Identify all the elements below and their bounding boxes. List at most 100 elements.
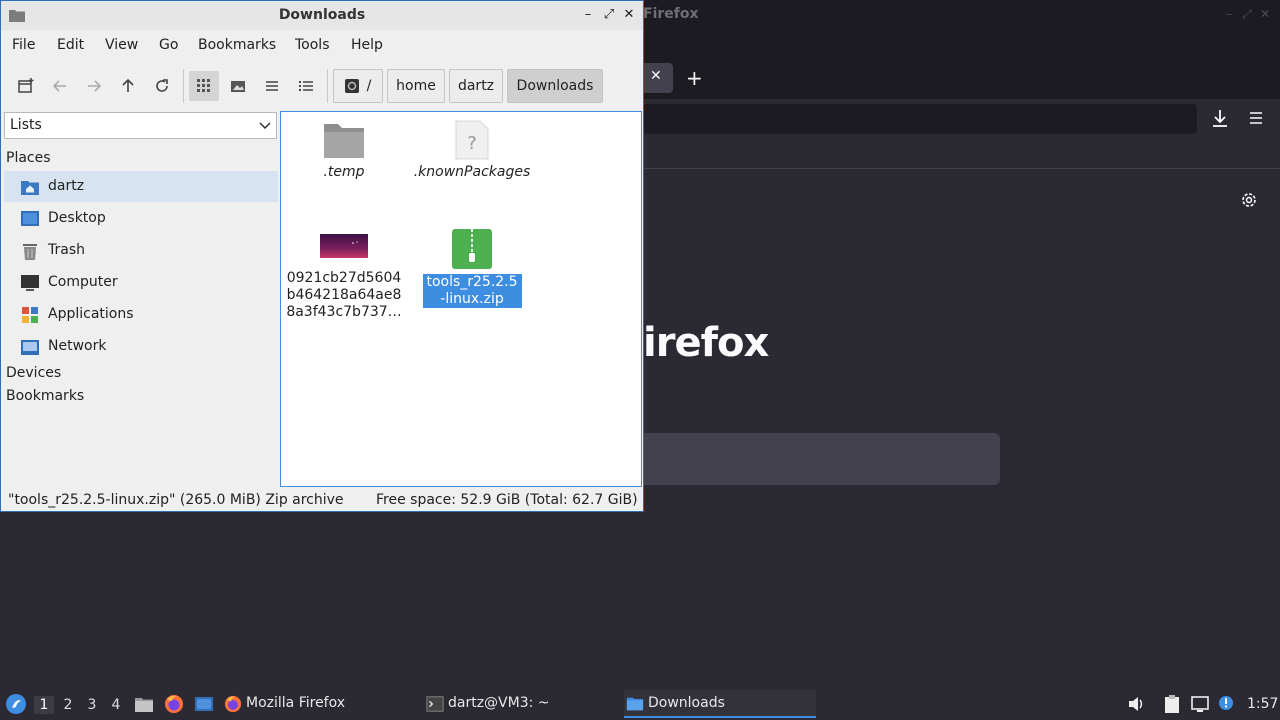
place-applications[interactable]: Applications: [4, 299, 278, 330]
volume-icon[interactable]: [1126, 694, 1146, 714]
firefox-url-bar[interactable]: [643, 104, 1197, 134]
breadcrumb-downloads[interactable]: Downloads: [507, 69, 603, 103]
window-title: Downloads: [278, 7, 366, 23]
menu-tools[interactable]: Tools: [295, 37, 330, 53]
file-item[interactable]: .temp: [283, 120, 405, 181]
place-label: Desktop: [48, 210, 106, 226]
place-dartz[interactable]: dartz: [4, 171, 278, 202]
file-name: 0921cb27d5604b464218a64ae88a3f43c7b737…: [286, 270, 402, 320]
file-name: .temp: [323, 164, 365, 180]
firefox-separator: [643, 168, 1280, 169]
breadcrumb-dartz[interactable]: dartz: [449, 69, 503, 103]
new-tab-button[interactable]: [11, 71, 41, 101]
maximize-button[interactable]: ⤢: [601, 7, 617, 23]
place-trash[interactable]: Trash: [4, 235, 278, 266]
workspace-2[interactable]: 2: [58, 696, 78, 714]
place-label: Trash: [48, 242, 85, 258]
close-button[interactable]: ✕: [621, 7, 637, 23]
terminal-icon: [426, 696, 444, 712]
clipboard-icon[interactable]: [1162, 694, 1182, 714]
up-button[interactable]: [113, 71, 143, 101]
file-item[interactable]: 0921cb27d5604b464218a64ae88a3f43c7b737…: [283, 230, 405, 321]
workspace-3[interactable]: 3: [82, 696, 102, 714]
toolbar-separator: [327, 69, 328, 103]
firefox-window-title: Firefox: [643, 6, 699, 22]
window-titlebar[interactable]: Downloads – ⤢ ✕: [1, 1, 643, 30]
network-tray-icon[interactable]: [1190, 694, 1210, 714]
side-panel-mode-select[interactable]: Lists: [4, 112, 277, 139]
menu-bookmarks[interactable]: Bookmarks: [198, 37, 276, 53]
place-network[interactable]: Network: [4, 331, 278, 362]
firefox-minimize-button[interactable]: –: [1222, 7, 1236, 21]
new-tab-button[interactable]: +: [686, 66, 703, 90]
file-item[interactable]: ? .knownPackages: [411, 120, 533, 181]
firefox-search-box[interactable]: [643, 433, 1000, 485]
menu-view[interactable]: View: [105, 37, 138, 53]
workspace-4[interactable]: 4: [106, 696, 126, 714]
notification-icon[interactable]: [1216, 694, 1236, 714]
folder-icon: [324, 124, 364, 158]
menu-go[interactable]: Go: [159, 37, 178, 53]
task-firefox[interactable]: Mozilla Firefox: [222, 690, 412, 718]
start-menu-icon[interactable]: [5, 693, 27, 715]
task-downloads[interactable]: Downloads: [624, 690, 816, 718]
file-manager-window: Downloads – ⤢ ✕ File Edit View Go Bookma…: [0, 0, 644, 512]
devices-heading[interactable]: Devices: [6, 365, 61, 381]
icon-view-button[interactable]: [189, 71, 219, 101]
places-heading[interactable]: Places: [6, 150, 51, 166]
breadcrumb-root[interactable]: /: [333, 69, 383, 103]
chevron-down-icon: [259, 122, 271, 130]
workspace-1[interactable]: 1: [34, 696, 54, 714]
breadcrumb-home[interactable]: home: [387, 69, 445, 103]
firefox-maximize-button[interactable]: ⤢: [1240, 7, 1254, 21]
arrow-up-icon: [122, 78, 134, 92]
menu-help[interactable]: Help: [351, 37, 383, 53]
place-label: Applications: [48, 306, 134, 322]
file-name-selected: tools_r25.2.5-linux.zip: [422, 274, 522, 308]
detailed-list-button[interactable]: [291, 71, 321, 101]
thumbnail-view-button[interactable]: [223, 71, 253, 101]
place-label: Network: [48, 338, 107, 354]
task-terminal[interactable]: dartz@VM3: ~: [424, 690, 614, 718]
reload-icon: [156, 79, 168, 92]
list-detail-icon: [299, 81, 313, 91]
folder-icon: [626, 697, 644, 711]
firefox-launcher-icon[interactable]: [164, 694, 184, 714]
file-manager-launcher-icon[interactable]: [134, 694, 154, 714]
gear-icon[interactable]: [1239, 190, 1259, 210]
file-view[interactable]: .temp ? .knownPackages 0921cb27d5604b464…: [280, 111, 642, 487]
desktop-icon: [21, 211, 39, 226]
desktop-launcher-icon[interactable]: [194, 694, 214, 714]
hamburger-menu-icon[interactable]: [1248, 110, 1264, 126]
arrow-left-icon: [52, 80, 66, 92]
firefox-close-button[interactable]: ✕: [1258, 7, 1272, 21]
network-icon: [21, 340, 39, 355]
bookmarks-heading[interactable]: Bookmarks: [6, 388, 84, 404]
file-item[interactable]: tools_r25.2.5-linux.zip: [411, 228, 533, 308]
drive-icon: [344, 79, 359, 93]
tab-close-icon[interactable]: ✕: [650, 68, 662, 84]
firefox-brand-text: irefox: [643, 320, 769, 366]
grid-icon: [197, 79, 210, 92]
image-icon: [231, 81, 245, 92]
back-button[interactable]: [45, 71, 75, 101]
minimize-button[interactable]: –: [580, 7, 596, 23]
place-desktop[interactable]: Desktop: [4, 203, 278, 234]
arrow-right-icon: [88, 80, 102, 92]
status-free-space: Free space: 52.9 GiB (Total: 62.7 GiB): [376, 492, 638, 508]
menu-file[interactable]: File: [12, 37, 35, 53]
menu-edit[interactable]: Edit: [57, 37, 84, 53]
reload-button[interactable]: [147, 71, 177, 101]
status-bar: "tools_r25.2.5-linux.zip" (265.0 MiB) Zi…: [1, 489, 643, 511]
clock[interactable]: 1:57: [1247, 696, 1278, 712]
task-label: dartz@VM3: ~: [448, 695, 550, 711]
task-label: Mozilla Firefox: [246, 695, 346, 711]
svg-text:?: ?: [467, 133, 477, 154]
place-computer[interactable]: Computer: [4, 267, 278, 298]
unknown-file-icon: ?: [455, 120, 489, 160]
compact-view-button[interactable]: [257, 71, 287, 101]
place-label: dartz: [48, 178, 85, 194]
download-icon[interactable]: [1210, 108, 1230, 130]
forward-button[interactable]: [79, 71, 109, 101]
new-tab-icon: [18, 78, 34, 93]
